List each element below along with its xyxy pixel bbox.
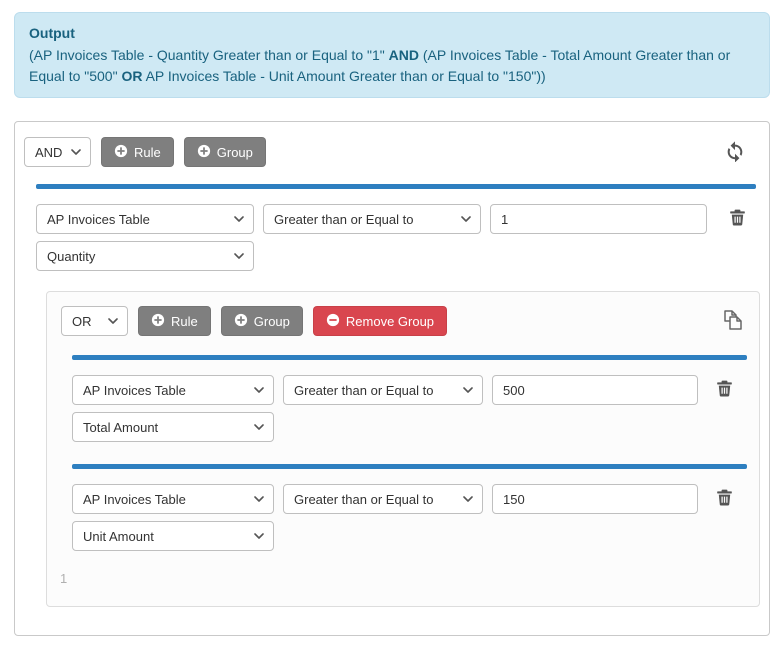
field-row: Quantity xyxy=(36,241,754,271)
output-expression-part: AP Invoices Table - Unit Amount Greater … xyxy=(142,68,545,84)
field-row: Total Amount xyxy=(72,412,745,442)
add-rule-button[interactable]: Rule xyxy=(138,306,211,336)
delete-rule-button[interactable] xyxy=(716,380,733,400)
group-index-label: 1 xyxy=(60,571,759,586)
rule-divider xyxy=(72,355,747,360)
operator-select[interactable]: Greater than or Equal to xyxy=(264,205,480,233)
output-alert-title: Output xyxy=(29,23,755,44)
operator-select-box: Greater than or Equal to xyxy=(283,484,483,514)
add-rule-label: Rule xyxy=(171,314,198,329)
page: Output (AP Invoices Table - Quantity Gre… xyxy=(0,0,783,646)
operator-select-box: Greater than or Equal to xyxy=(283,375,483,405)
plus-circle-icon xyxy=(234,313,248,330)
trash-icon xyxy=(716,489,733,509)
rule-row: AP Invoices Table Greater than or Equal … xyxy=(72,484,745,514)
value-input[interactable] xyxy=(492,484,698,514)
operator-select[interactable]: Greater than or Equal to xyxy=(284,485,482,513)
output-alert: Output (AP Invoices Table - Quantity Gre… xyxy=(14,12,770,98)
copy-icon xyxy=(720,308,744,335)
field-select-box: Unit Amount xyxy=(72,521,274,551)
value-input[interactable] xyxy=(490,204,707,234)
add-group-label: Group xyxy=(217,145,253,160)
refresh-button[interactable] xyxy=(724,140,746,165)
table-select-box: AP Invoices Table xyxy=(72,375,274,405)
nested-group: OR Rule Group Remove Group xyxy=(46,291,760,607)
plus-circle-icon xyxy=(197,144,211,161)
rule-divider xyxy=(36,184,756,189)
delete-rule-button[interactable] xyxy=(716,489,733,509)
table-select-box: AP Invoices Table xyxy=(36,204,254,234)
add-rule-button[interactable]: Rule xyxy=(101,137,174,167)
nested-condition-select-box: OR xyxy=(61,306,128,336)
rule-row: AP Invoices Table Greater than or Equal … xyxy=(72,375,745,405)
operator-select[interactable]: Greater than or Equal to xyxy=(284,376,482,404)
nested-rules-list: AP Invoices Table Greater than or Equal … xyxy=(47,336,759,551)
refresh-icon xyxy=(724,140,746,165)
trash-icon xyxy=(716,380,733,400)
root-condition-select[interactable]: AND xyxy=(25,138,90,166)
nested-group-header: OR Rule Group Remove Group xyxy=(47,306,759,336)
add-group-label: Group xyxy=(254,314,290,329)
root-rules-list: AP Invoices Table Greater than or Equal … xyxy=(15,167,769,607)
trash-icon xyxy=(729,209,746,229)
rule-unit-amount: AP Invoices Table Greater than or Equal … xyxy=(72,464,745,551)
output-alert-text: (AP Invoices Table - Quantity Greater th… xyxy=(29,45,755,87)
root-condition-select-box: AND xyxy=(24,137,91,167)
table-select[interactable]: AP Invoices Table xyxy=(73,376,273,404)
rule-divider xyxy=(72,464,747,469)
field-select[interactable]: Unit Amount xyxy=(73,522,273,550)
minus-circle-icon xyxy=(326,313,340,330)
copy-group-button[interactable] xyxy=(720,308,744,335)
nested-condition-select[interactable]: OR xyxy=(62,307,127,335)
add-group-button[interactable]: Group xyxy=(221,306,303,336)
rule-total-amount: AP Invoices Table Greater than or Equal … xyxy=(72,355,745,442)
table-select-box: AP Invoices Table xyxy=(72,484,274,514)
field-select-box: Quantity xyxy=(36,241,254,271)
add-group-button[interactable]: Group xyxy=(184,137,266,167)
output-expression-and: AND xyxy=(389,47,419,63)
root-group-header: AND Rule Group xyxy=(15,137,769,167)
operator-select-box: Greater than or Equal to xyxy=(263,204,481,234)
delete-rule-button[interactable] xyxy=(729,209,746,229)
query-builder-panel: AND Rule Group AP xyxy=(14,121,770,636)
field-select-box: Total Amount xyxy=(72,412,274,442)
plus-circle-icon xyxy=(114,144,128,161)
field-select[interactable]: Total Amount xyxy=(73,413,273,441)
table-select[interactable]: AP Invoices Table xyxy=(73,485,273,513)
rule-quantity: AP Invoices Table Greater than or Equal … xyxy=(36,184,754,271)
output-expression-part: (AP Invoices Table - Quantity Greater th… xyxy=(29,47,389,63)
value-input[interactable] xyxy=(492,375,698,405)
remove-group-button[interactable]: Remove Group xyxy=(313,306,447,336)
rule-row: AP Invoices Table Greater than or Equal … xyxy=(36,204,754,234)
add-rule-label: Rule xyxy=(134,145,161,160)
output-expression-or: OR xyxy=(121,68,142,84)
field-select[interactable]: Quantity xyxy=(37,242,253,270)
table-select[interactable]: AP Invoices Table xyxy=(37,205,253,233)
remove-group-label: Remove Group xyxy=(346,314,434,329)
field-row: Unit Amount xyxy=(72,521,745,551)
plus-circle-icon xyxy=(151,313,165,330)
